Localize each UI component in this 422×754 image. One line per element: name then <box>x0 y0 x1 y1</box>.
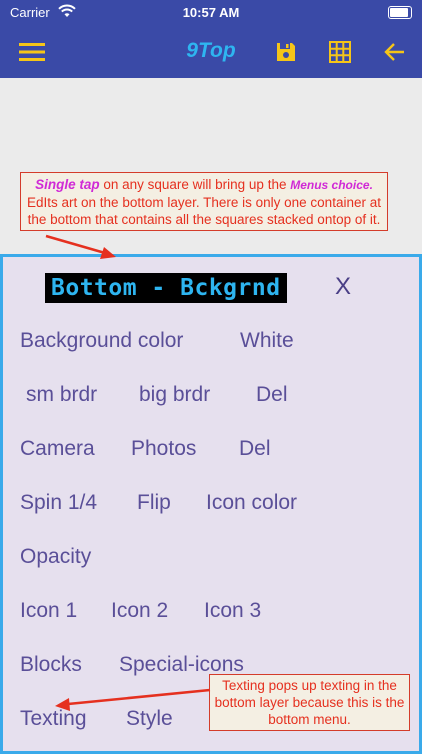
spin-option[interactable]: Spin 1/4 <box>20 491 97 515</box>
blocks-option[interactable]: Blocks <box>20 653 82 677</box>
close-button[interactable]: X <box>335 273 351 301</box>
background-color-option[interactable]: Background color <box>20 329 183 353</box>
flip-option[interactable]: Flip <box>137 491 171 515</box>
style-option[interactable]: Style <box>126 707 173 731</box>
back-arrow-icon[interactable] <box>378 36 410 68</box>
small-border-option[interactable]: sm brdr <box>26 383 97 407</box>
icon-2-option[interactable]: Icon 2 <box>111 599 168 623</box>
clock: 10:57 AM <box>182 5 240 20</box>
app-title: 9Top <box>186 39 236 62</box>
menu-title: Bottom - Bckgrnd <box>45 273 287 303</box>
callout-bottom-text: Texting pops up texting in the bottom la… <box>214 678 405 727</box>
save-icon[interactable] <box>270 36 302 68</box>
white-option[interactable]: White <box>240 329 294 353</box>
delete-border-option[interactable]: Del <box>256 383 288 407</box>
callout-text-2: EdIts art on the bottom layer. There is … <box>27 195 381 227</box>
camera-option[interactable]: Camera <box>20 437 95 461</box>
battery-icon <box>388 6 412 19</box>
texting-option[interactable]: Texting <box>20 707 87 731</box>
icon-color-option[interactable]: Icon color <box>206 491 297 515</box>
callout-em-single-tap: Single tap <box>35 177 100 192</box>
icon-1-option[interactable]: Icon 1 <box>20 599 77 623</box>
callout-em-menus: Menus choice. <box>290 178 373 192</box>
callout-bottom: Texting pops up texting in the bottom la… <box>209 674 410 731</box>
app-bar: 9Top <box>0 26 422 78</box>
grid-icon[interactable] <box>324 36 356 68</box>
icon-3-option[interactable]: Icon 3 <box>204 599 261 623</box>
status-bar: Carrier 10:57 AM <box>0 0 422 26</box>
big-border-option[interactable]: big brdr <box>139 383 210 407</box>
callout-top: Single tap on any square will bring up t… <box>20 172 388 231</box>
opacity-option[interactable]: Opacity <box>20 545 91 569</box>
delete-photo-option[interactable]: Del <box>239 437 271 461</box>
photos-option[interactable]: Photos <box>131 437 196 461</box>
callout-text-1: on any square will bring up the <box>99 177 291 192</box>
